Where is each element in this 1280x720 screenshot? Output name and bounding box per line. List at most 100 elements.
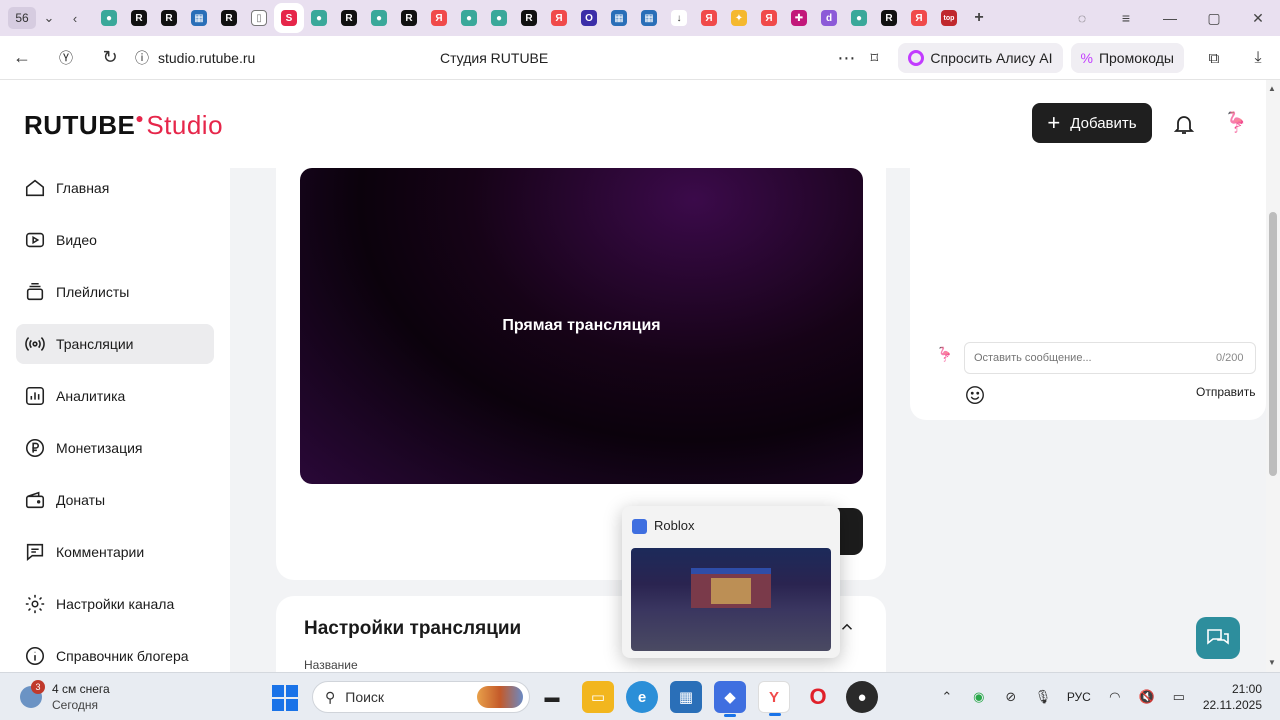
help-chat-button[interactable] xyxy=(1196,617,1240,659)
add-button[interactable]: + Добавить xyxy=(1032,103,1152,143)
sidebar-item-playlists[interactable]: Плейлисты xyxy=(16,272,214,312)
tab-yandex-icon[interactable]: Я xyxy=(544,3,574,33)
new-tab-plus-icon[interactable]: + xyxy=(964,3,994,33)
add-button-label: Добавить xyxy=(1070,114,1137,132)
taskbar-search-box[interactable]: ⚲ Поиск xyxy=(312,681,530,713)
restore-icon[interactable]: ▢ xyxy=(1192,10,1236,27)
sidebar-item-analytics[interactable]: Аналитика xyxy=(16,376,214,416)
tab-gamepad-icon[interactable]: ● xyxy=(94,3,124,33)
sidebar-item-donations[interactable]: Донаты xyxy=(16,480,214,520)
sidebar-item-comments[interactable]: Комментарии xyxy=(16,532,214,572)
tab-star-icon[interactable]: ✦ xyxy=(724,3,754,33)
more-dots-icon[interactable]: ⋯ xyxy=(832,36,860,80)
sidebar-item-monetization[interactable]: Монетизация xyxy=(16,428,214,468)
chevron-up-icon[interactable] xyxy=(838,618,856,636)
scroll-up-icon[interactable]: ▲ xyxy=(1268,84,1276,93)
volume-muted-icon[interactable]: 🔇 xyxy=(1131,689,1163,705)
send-message-button[interactable]: Отправить xyxy=(1196,385,1256,399)
taskbar-window-preview[interactable]: Roblox xyxy=(622,506,840,658)
weather-widget[interactable]: 3 4 см снега Сегодня xyxy=(20,680,110,713)
tab-r-icon[interactable]: R xyxy=(394,3,424,33)
wifi-icon[interactable]: ◠ xyxy=(1099,689,1131,705)
yandex-home-icon[interactable]: Ⓨ xyxy=(44,36,88,80)
tab-gamepad-icon[interactable]: ● xyxy=(304,3,334,33)
menu-icon[interactable]: ≡ xyxy=(1104,10,1148,26)
battery-icon[interactable]: ▭ xyxy=(1163,689,1195,705)
preview-thumbnail[interactable] xyxy=(631,548,831,651)
keyboard-language[interactable]: РУС xyxy=(1059,690,1099,704)
tab-r-icon[interactable]: R xyxy=(334,3,364,33)
tab-grid-icon[interactable]: ▦ xyxy=(184,3,214,33)
tab-gamepad-icon[interactable]: ● xyxy=(844,3,874,33)
back-arrow-icon[interactable]: ← xyxy=(0,36,44,80)
tab-circle-icon[interactable]: O xyxy=(574,3,604,33)
tab-gamepad-icon[interactable]: ● xyxy=(484,3,514,33)
sidebar-item-blogger-guide[interactable]: Справочник блогера xyxy=(16,636,214,676)
tab-count-badge[interactable]: 56 xyxy=(8,7,36,29)
tab-r-icon[interactable]: R xyxy=(874,3,904,33)
sidebar-item-broadcasts[interactable]: Трансляции xyxy=(16,324,214,364)
tab-yandex-icon[interactable]: Я xyxy=(424,3,454,33)
yandex-browser-icon[interactable]: Y xyxy=(758,681,790,716)
sidebar-item-label: Главная xyxy=(56,180,110,196)
edge-icon[interactable]: e xyxy=(626,681,658,713)
app-icon[interactable]: ● xyxy=(846,681,878,713)
tab-download-icon[interactable]: ↓ xyxy=(664,3,694,33)
downloads-icon[interactable]: ⤓ xyxy=(1236,36,1280,80)
tab-ds-icon[interactable]: d xyxy=(814,3,844,33)
tab-list-chevron-icon[interactable]: ⌄ xyxy=(36,5,62,31)
tab-page-icon[interactable]: ▯ xyxy=(244,3,274,33)
tray-app-icon[interactable]: ◉ xyxy=(963,689,995,705)
roblox-taskbar-icon[interactable]: ◆ xyxy=(714,681,746,717)
scrollbar-thumb[interactable] xyxy=(1269,212,1277,476)
clock[interactable]: 21:00 22.11.2025 xyxy=(1203,681,1262,713)
minimize-icon[interactable]: — xyxy=(1148,10,1192,26)
file-explorer-icon[interactable]: ▭ xyxy=(582,681,614,713)
tab-r-icon[interactable]: R xyxy=(214,3,244,33)
chat-message-input[interactable] xyxy=(964,342,1256,374)
microphone-icon[interactable]: 🎙 xyxy=(1027,689,1059,705)
sidebar-item-channel-settings[interactable]: Настройки канала xyxy=(16,584,214,624)
promo-button[interactable]: % Промокоды xyxy=(1070,43,1184,73)
site-info-icon[interactable]: ⓘ xyxy=(132,36,152,80)
preview-window-title: Roblox xyxy=(654,518,695,533)
tab-r-icon[interactable]: R xyxy=(124,3,154,33)
collections-icon[interactable]: ⧉ xyxy=(1192,36,1236,80)
rutube-studio-logo[interactable]: RUTUBE●Studio xyxy=(24,110,223,141)
emoji-icon[interactable] xyxy=(964,384,986,406)
sidebar-item-home[interactable]: Главная xyxy=(16,168,214,208)
sidebar-item-video[interactable]: Видео xyxy=(16,220,214,260)
user-avatar[interactable]: 🦩 xyxy=(1222,110,1250,138)
sidebar-item-label: Справочник блогера xyxy=(56,648,189,664)
video-player[interactable]: Прямая трансляция xyxy=(300,168,863,484)
tab-r-icon[interactable]: R xyxy=(154,3,184,33)
bookmark-icon[interactable]: ⌑ xyxy=(860,36,888,80)
windows-start-icon[interactable] xyxy=(272,685,298,711)
scroll-down-icon[interactable]: ▼ xyxy=(1268,658,1276,667)
page-scrollbar[interactable]: ▲ ▼ xyxy=(1266,80,1280,672)
browser-tab-strip: 56 ⌄ ‹ ● R R ▦ R ▯ S ● R ● R Я ● ● R Я O… xyxy=(0,0,1280,36)
tab-grid-icon[interactable]: ▦ xyxy=(604,3,634,33)
profile-icon[interactable]: ◌ xyxy=(1060,10,1104,26)
chevron-up-icon[interactable]: ⌃ xyxy=(931,689,963,705)
tab-yandex-icon[interactable]: Я xyxy=(694,3,724,33)
tab-studio-icon[interactable]: S xyxy=(274,3,304,33)
tab-gamepad-icon[interactable]: ● xyxy=(454,3,484,33)
tab-back-chevron-icon[interactable]: ‹ xyxy=(62,5,88,31)
tab-grid-icon[interactable]: ▦ xyxy=(634,3,664,33)
cloud-offline-icon[interactable]: ⊘ xyxy=(995,689,1027,705)
tab-yandex-icon[interactable]: Я xyxy=(754,3,784,33)
tab-gamepad-icon[interactable]: ● xyxy=(364,3,394,33)
tab-r-icon[interactable]: R xyxy=(514,3,544,33)
url-text[interactable]: studio.rutube.ru xyxy=(158,50,255,66)
store-icon[interactable]: ▦ xyxy=(670,681,702,713)
opera-icon[interactable]: O xyxy=(802,681,834,713)
task-view-icon[interactable]: ▬ xyxy=(536,681,568,713)
bell-icon[interactable] xyxy=(1172,112,1196,136)
ask-alice-button[interactable]: Спросить Алису AI xyxy=(898,43,1063,73)
tab-top-icon[interactable]: top xyxy=(934,3,964,33)
tab-yandex-icon[interactable]: Я xyxy=(904,3,934,33)
close-icon[interactable]: ✕ xyxy=(1236,10,1280,27)
tab-colorful-icon[interactable]: ✚ xyxy=(784,3,814,33)
reload-icon[interactable]: ↻ xyxy=(88,36,132,80)
